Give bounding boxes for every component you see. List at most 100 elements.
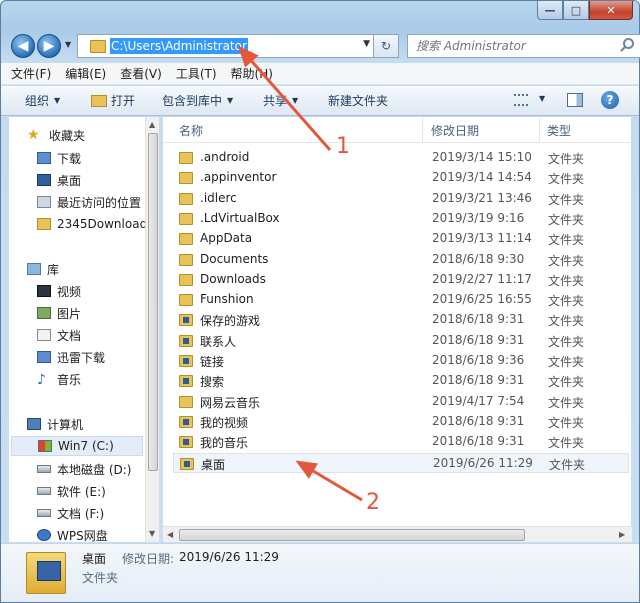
- folder-icon: [179, 314, 193, 327]
- scroll-left-icon[interactable]: ◀: [167, 530, 173, 539]
- column-divider[interactable]: [422, 117, 423, 143]
- column-name[interactable]: 名称: [179, 122, 203, 139]
- file-type: 文件夹: [548, 233, 585, 248]
- file-row[interactable]: .appinventor 2019/3/14 14:54 文件夹: [173, 168, 629, 188]
- back-button[interactable]: ◀: [11, 34, 35, 58]
- file-row[interactable]: 桌面 2019/6/26 11:29 文件夹: [173, 452, 629, 473]
- horizontal-scrollbar[interactable]: ◀ ▶: [163, 526, 632, 542]
- sidebar-item-music[interactable]: ♪ 音乐: [37, 369, 81, 389]
- folder-icon: [179, 212, 193, 225]
- share-label: 共享: [263, 94, 288, 108]
- sidebar-favorites-label: 收藏夹: [49, 128, 86, 143]
- view-options-icon[interactable]: [514, 94, 528, 106]
- sidebar-item-videos[interactable]: 视频: [37, 281, 81, 301]
- file-row[interactable]: Funshion 2019/6/25 16:55 文件夹: [173, 290, 629, 310]
- file-name: Downloads: [200, 271, 266, 286]
- file-row[interactable]: 搜索 2018/6/18 9:31 文件夹: [173, 371, 629, 391]
- file-row[interactable]: 我的视频 2018/6/18 9:31 文件夹: [173, 412, 629, 432]
- downloads-icon: [37, 152, 51, 164]
- sidebar-item-desktop[interactable]: 桌面: [37, 170, 81, 190]
- sidebar-item-drive-f[interactable]: 文档 (F:): [37, 503, 104, 523]
- file-row[interactable]: 保存的游戏 2018/6/18 9:31 文件夹: [173, 310, 629, 330]
- maximize-button[interactable]: □: [563, 1, 589, 20]
- sidebar-item-pictures[interactable]: 图片: [37, 303, 81, 323]
- menu-edit[interactable]: 编辑(E): [65, 65, 106, 82]
- file-date: 2018/6/18 9:31: [432, 413, 525, 428]
- navigation-scrollbar[interactable]: ▲ ▼: [145, 117, 159, 542]
- organize-button[interactable]: 组织 ▼: [25, 92, 60, 109]
- address-path[interactable]: C:\Users\Administrator: [110, 38, 248, 54]
- sidebar-item-downloads[interactable]: 下载: [37, 148, 81, 168]
- menu-help[interactable]: 帮助(H): [231, 65, 273, 82]
- sidebar-libraries[interactable]: 库: [27, 259, 59, 279]
- menu-view[interactable]: 查看(V): [120, 65, 162, 82]
- view-dropdown-icon[interactable]: ▼: [539, 94, 545, 103]
- sidebar-item-recent[interactable]: 最近访问的位置: [37, 192, 141, 212]
- scrollbar-thumb[interactable]: [148, 133, 158, 471]
- sidebar-item-thunder[interactable]: 迅雷下载: [37, 347, 105, 367]
- file-row[interactable]: Downloads 2019/2/27 11:17 文件夹: [173, 270, 629, 290]
- scroll-right-icon[interactable]: ▶: [619, 530, 625, 539]
- refresh-button[interactable]: ↻: [373, 34, 399, 58]
- file-row[interactable]: 链接 2018/6/18 9:36 文件夹: [173, 351, 629, 371]
- new-folder-button[interactable]: 新建文件夹: [328, 92, 388, 109]
- open-button[interactable]: 打开: [91, 92, 135, 109]
- forward-button[interactable]: ▶: [37, 34, 61, 58]
- column-divider[interactable]: [539, 117, 540, 143]
- file-row[interactable]: .android 2019/3/14 15:10 文件夹: [173, 148, 629, 168]
- file-date: 2019/3/14 14:54: [432, 170, 532, 185]
- file-type: 文件夹: [548, 314, 585, 329]
- caption-buttons: — □ ✕: [537, 1, 633, 20]
- sidebar-item-label: 音乐: [57, 372, 82, 387]
- sidebar-computer[interactable]: 计算机: [27, 414, 83, 434]
- search-icon[interactable]: [623, 38, 634, 49]
- file-row[interactable]: AppData 2019/3/13 11:14 文件夹: [173, 229, 629, 249]
- address-bar[interactable]: C:\Users\Administrator ▼: [77, 34, 375, 58]
- sidebar-item-label: 图片: [57, 306, 82, 321]
- sidebar-item-documents[interactable]: 文档: [37, 325, 81, 345]
- search-input[interactable]: [408, 35, 608, 57]
- close-button[interactable]: ✕: [589, 1, 633, 20]
- sidebar-favorites[interactable]: ★ 收藏夹: [27, 125, 85, 145]
- annotation-label-2: 2: [366, 490, 380, 515]
- search-box[interactable]: [407, 34, 640, 58]
- folder-icon: [179, 334, 193, 347]
- file-date: 2019/3/19 9:16: [432, 210, 525, 225]
- include-library-button[interactable]: 包含到库中 ▼: [162, 92, 233, 109]
- file-type: 文件夹: [548, 273, 585, 288]
- sidebar-item-drive-d[interactable]: 本地磁盘 (D:): [37, 459, 131, 479]
- file-date: 2018/6/18 9:30: [432, 251, 525, 266]
- windows-drive-icon: [38, 440, 52, 452]
- sidebar-item-drive-c[interactable]: Win7 (C:): [11, 436, 143, 456]
- minimize-button[interactable]: —: [537, 1, 563, 20]
- sidebar-computer-label: 计算机: [47, 417, 84, 432]
- scroll-up-icon[interactable]: ▲: [149, 120, 155, 129]
- file-row[interactable]: 网易云音乐 2019/4/17 7:54 文件夹: [173, 392, 629, 412]
- scroll-down-icon[interactable]: ▼: [149, 529, 155, 538]
- preview-pane-icon[interactable]: [567, 93, 583, 107]
- sidebar-item-wps[interactable]: WPS网盘: [37, 525, 108, 542]
- menu-tools[interactable]: 工具(T): [176, 65, 217, 82]
- sidebar-item-2345downloads[interactable]: 2345Downloads: [37, 214, 145, 234]
- column-date[interactable]: 修改日期: [431, 122, 479, 139]
- file-row[interactable]: .idlerc 2019/3/21 13:46 文件夹: [173, 189, 629, 209]
- sidebar-item-label: 视频: [57, 284, 82, 299]
- file-row[interactable]: Documents 2018/6/18 9:30 文件夹: [173, 250, 629, 270]
- file-name: 链接: [200, 355, 225, 369]
- folder-icon: [179, 233, 193, 246]
- sidebar-item-label: 2345Downloads: [57, 217, 145, 231]
- share-button[interactable]: 共享 ▼: [263, 92, 298, 109]
- column-type[interactable]: 类型: [547, 122, 571, 139]
- sidebar-item-drive-e[interactable]: 软件 (E:): [37, 481, 106, 501]
- details-name: 桌面: [82, 552, 107, 566]
- menu-file[interactable]: 文件(F): [11, 65, 51, 82]
- file-row[interactable]: 联系人 2018/6/18 9:31 文件夹: [173, 331, 629, 351]
- file-row[interactable]: 我的音乐 2018/6/18 9:31 文件夹: [173, 432, 629, 452]
- file-date: 2019/6/26 11:29: [433, 455, 533, 470]
- help-icon[interactable]: ?: [601, 91, 619, 109]
- file-row[interactable]: .LdVirtualBox 2019/3/19 9:16 文件夹: [173, 209, 629, 229]
- scrollbar-thumb[interactable]: [179, 529, 525, 541]
- address-dropdown-icon[interactable]: ▼: [363, 39, 370, 49]
- history-dropdown-icon[interactable]: ▼: [65, 40, 71, 49]
- sidebar-item-label: 下载: [57, 151, 82, 166]
